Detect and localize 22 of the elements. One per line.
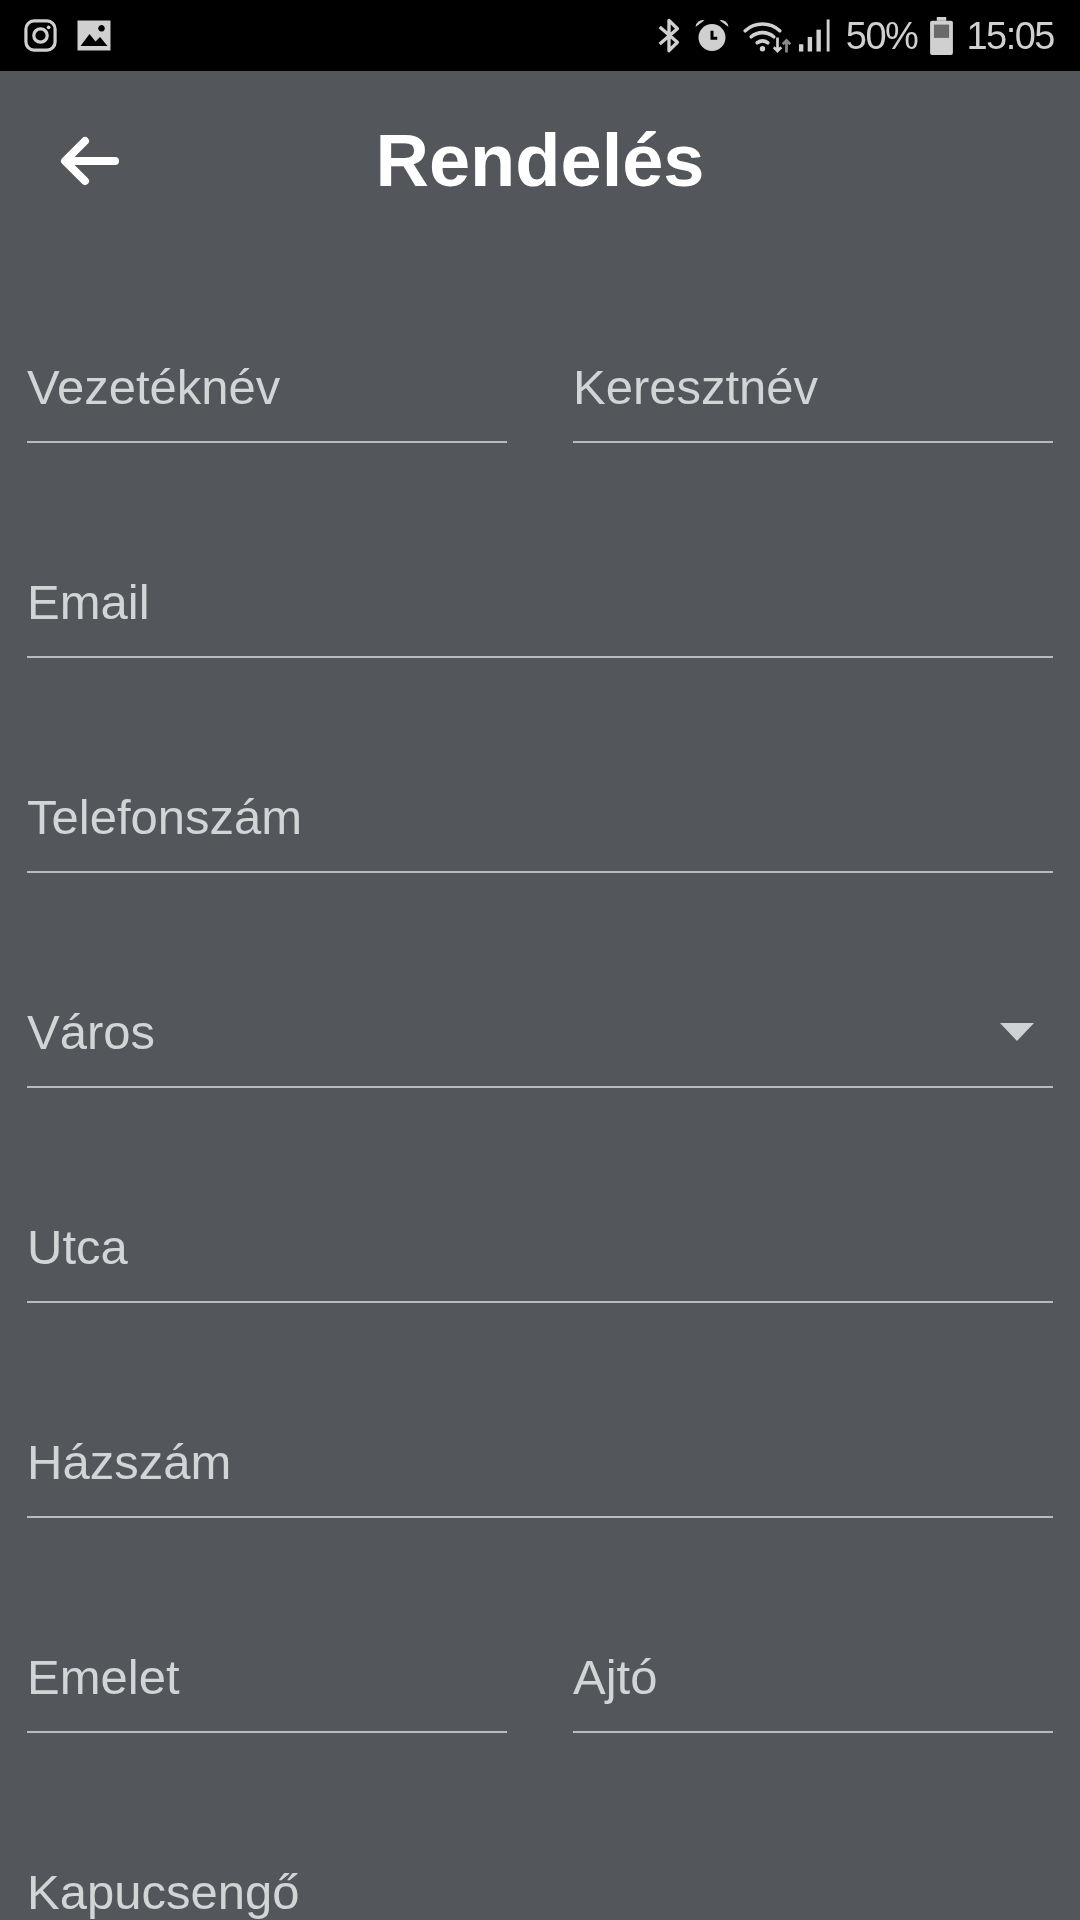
input-field[interactable]: Emelet: [27, 1633, 507, 1733]
input-field[interactable]: Kapucsengő: [27, 1848, 1053, 1920]
input-field[interactable]: Vezetéknév: [27, 343, 507, 443]
signal-icon: [796, 18, 833, 53]
instagram-icon: [23, 18, 58, 53]
dropdown-field[interactable]: Város: [27, 988, 1053, 1088]
back-arrow-icon: [60, 135, 120, 186]
input-field[interactable]: Utca: [27, 1203, 1053, 1303]
clock-time: 15:05: [966, 16, 1054, 55]
page-title: Rendelés: [375, 119, 705, 202]
alarm-clock-icon: [693, 17, 730, 54]
input-field[interactable]: Telefonszám: [27, 773, 1053, 873]
input-field[interactable]: Email: [27, 558, 1053, 658]
back-button[interactable]: [60, 135, 120, 186]
input-field[interactable]: Keresztnév: [573, 343, 1053, 443]
bluetooth-icon: [656, 17, 681, 54]
input-field[interactable]: Ajtó: [573, 1633, 1053, 1733]
dropdown-caret-icon: [1000, 1023, 1034, 1041]
input-field[interactable]: Házszám: [27, 1418, 1053, 1518]
image-icon: [76, 19, 112, 52]
battery-percentage: 50%: [845, 16, 918, 55]
battery-icon: [930, 16, 954, 55]
